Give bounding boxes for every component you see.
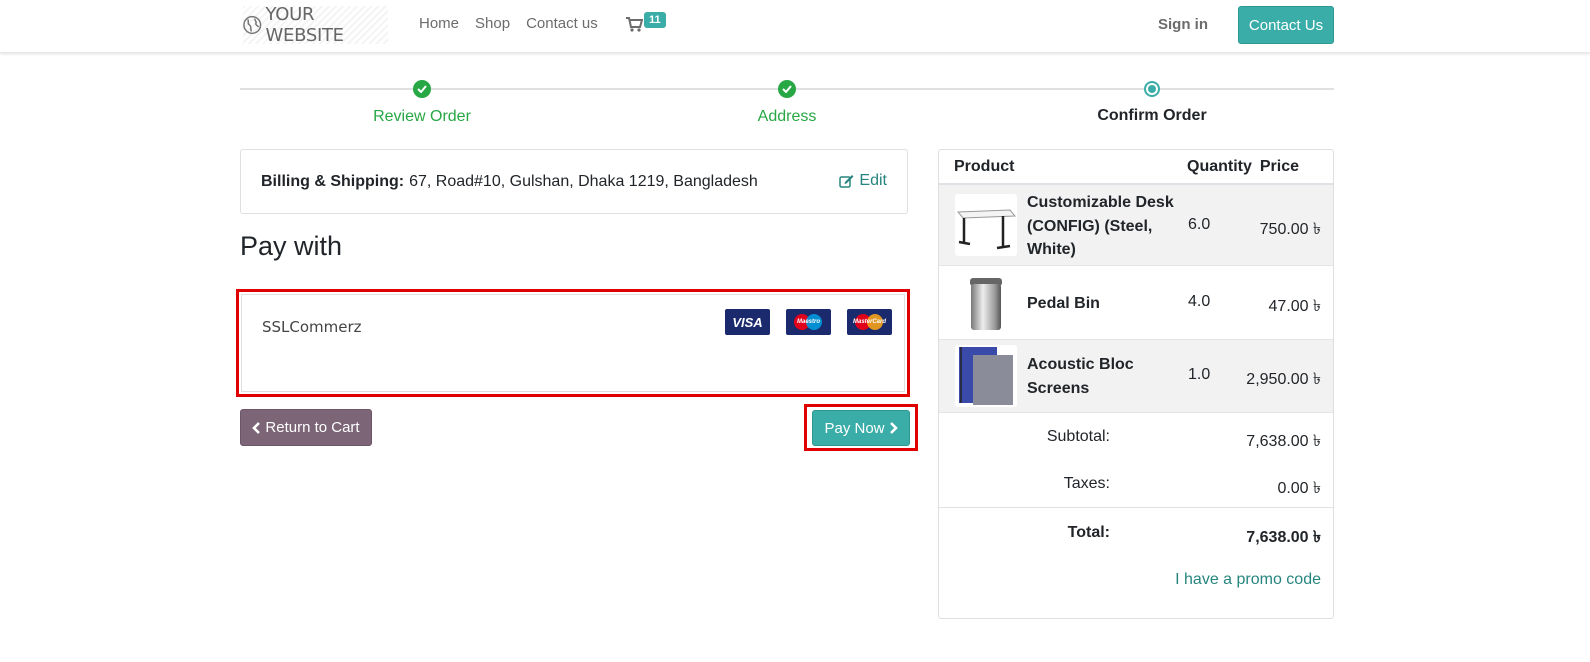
cart-icon [626, 17, 643, 32]
product-image-pedal-bin [955, 272, 1017, 334]
pay-with-heading: Pay with [240, 231, 343, 261]
product-qty: 6.0 [1188, 216, 1211, 233]
product-price: 2,950.00 ৳ [1246, 371, 1321, 388]
edit-address-link[interactable]: Edit [839, 172, 887, 190]
product-image-screens [955, 345, 1017, 407]
product-name: Customizable Desk (CONFIG) (Steel, White… [1027, 194, 1174, 258]
order-summary: Product Quantity Price Customizable Desk… [938, 149, 1334, 619]
product-price: 750.00 ৳ [1259, 221, 1321, 238]
payment-provider-name: SSLCommerz [262, 318, 362, 336]
total-divider [939, 507, 1333, 508]
total-value: 7,638.00 ৳ [1246, 529, 1321, 546]
pay-now-label: Pay Now [824, 419, 885, 437]
return-to-cart-button[interactable]: Return to Cart [240, 409, 372, 446]
edit-icon [839, 175, 854, 188]
sign-in-link[interactable]: Sign in [1158, 16, 1208, 33]
product-price: 47.00 ৳ [1268, 298, 1321, 315]
top-navbar: YOUR WEBSITE Home Shop Contact us 11 Sig… [0, 0, 1590, 53]
billing-label: Billing & Shipping: [261, 172, 405, 190]
pay-now-highlight: Pay Now [804, 404, 918, 451]
return-to-cart-label: Return to Cart [265, 419, 360, 436]
edit-label: Edit [859, 172, 887, 189]
payment-option-sslcommerz[interactable]: SSLCommerz VISA Maestro MasterCard [241, 294, 905, 392]
check-circle-icon [413, 80, 431, 98]
product-name: Acoustic Bloc Screens [1027, 356, 1134, 397]
current-step-icon [1144, 81, 1160, 97]
visa-card-icon: VISA [725, 309, 770, 335]
cart-count-badge: 11 [644, 12, 666, 28]
billing-address: 67, Road#10, Gulshan, Dhaka 1219, Bangla… [409, 172, 758, 190]
summary-row: Pedal Bin 4.0 47.00 ৳ [939, 266, 1333, 340]
logo-text: YOUR WEBSITE [265, 4, 345, 46]
step-review-order: Review Order [239, 80, 605, 126]
step-address: Address [604, 80, 970, 126]
maestro-card-icon: Maestro [786, 309, 831, 335]
promo-code-link[interactable]: I have a promo code [1175, 571, 1321, 589]
site-logo[interactable]: YOUR WEBSITE [243, 4, 388, 46]
chevron-left-icon [252, 421, 261, 434]
col-quantity: Quantity [1187, 158, 1252, 175]
product-qty: 1.0 [1188, 366, 1211, 383]
col-product: Product [954, 158, 1015, 175]
chevron-right-icon [889, 422, 898, 434]
contact-us-button[interactable]: Contact Us [1238, 6, 1334, 44]
step-confirm-order: Confirm Order [969, 80, 1335, 125]
subtotal-label: Subtotal: [1046, 428, 1110, 445]
total-label: Total: [1067, 524, 1110, 541]
subtotal-value: 7,638.00 ৳ [1246, 433, 1321, 450]
col-price: Price [1259, 158, 1299, 175]
product-name: Pedal Bin [1027, 295, 1100, 312]
summary-row: Customizable Desk (CONFIG) (Steel, White… [939, 185, 1333, 266]
product-qty: 4.0 [1188, 293, 1211, 310]
main-nav: Home Shop Contact us [419, 15, 598, 32]
globe-icon [243, 15, 262, 35]
step-label: Address [757, 108, 817, 125]
nav-contact-link[interactable]: Contact us [526, 15, 598, 32]
nav-home-link[interactable]: Home [419, 15, 459, 32]
check-circle-icon [778, 80, 796, 98]
pay-now-button[interactable]: Pay Now [812, 410, 910, 446]
step-label: Review Order [373, 108, 471, 125]
payment-option-highlight: SSLCommerz VISA Maestro MasterCard [236, 289, 910, 397]
taxes-value: 0.00 ৳ [1277, 480, 1321, 497]
step-label: Confirm Order [1097, 107, 1207, 124]
nav-shop-link[interactable]: Shop [475, 15, 510, 32]
summary-header: Product Quantity Price [939, 150, 1333, 185]
product-image-desk [955, 194, 1017, 256]
taxes-label: Taxes: [1063, 475, 1110, 492]
billing-shipping-card: Billing & Shipping: 67, Road#10, Gulshan… [240, 149, 908, 214]
summary-row: Acoustic Bloc Screens 1.0 2,950.00 ৳ [939, 340, 1333, 413]
cart-link[interactable]: 11 [626, 12, 670, 40]
mastercard-card-icon: MasterCard [847, 309, 892, 335]
